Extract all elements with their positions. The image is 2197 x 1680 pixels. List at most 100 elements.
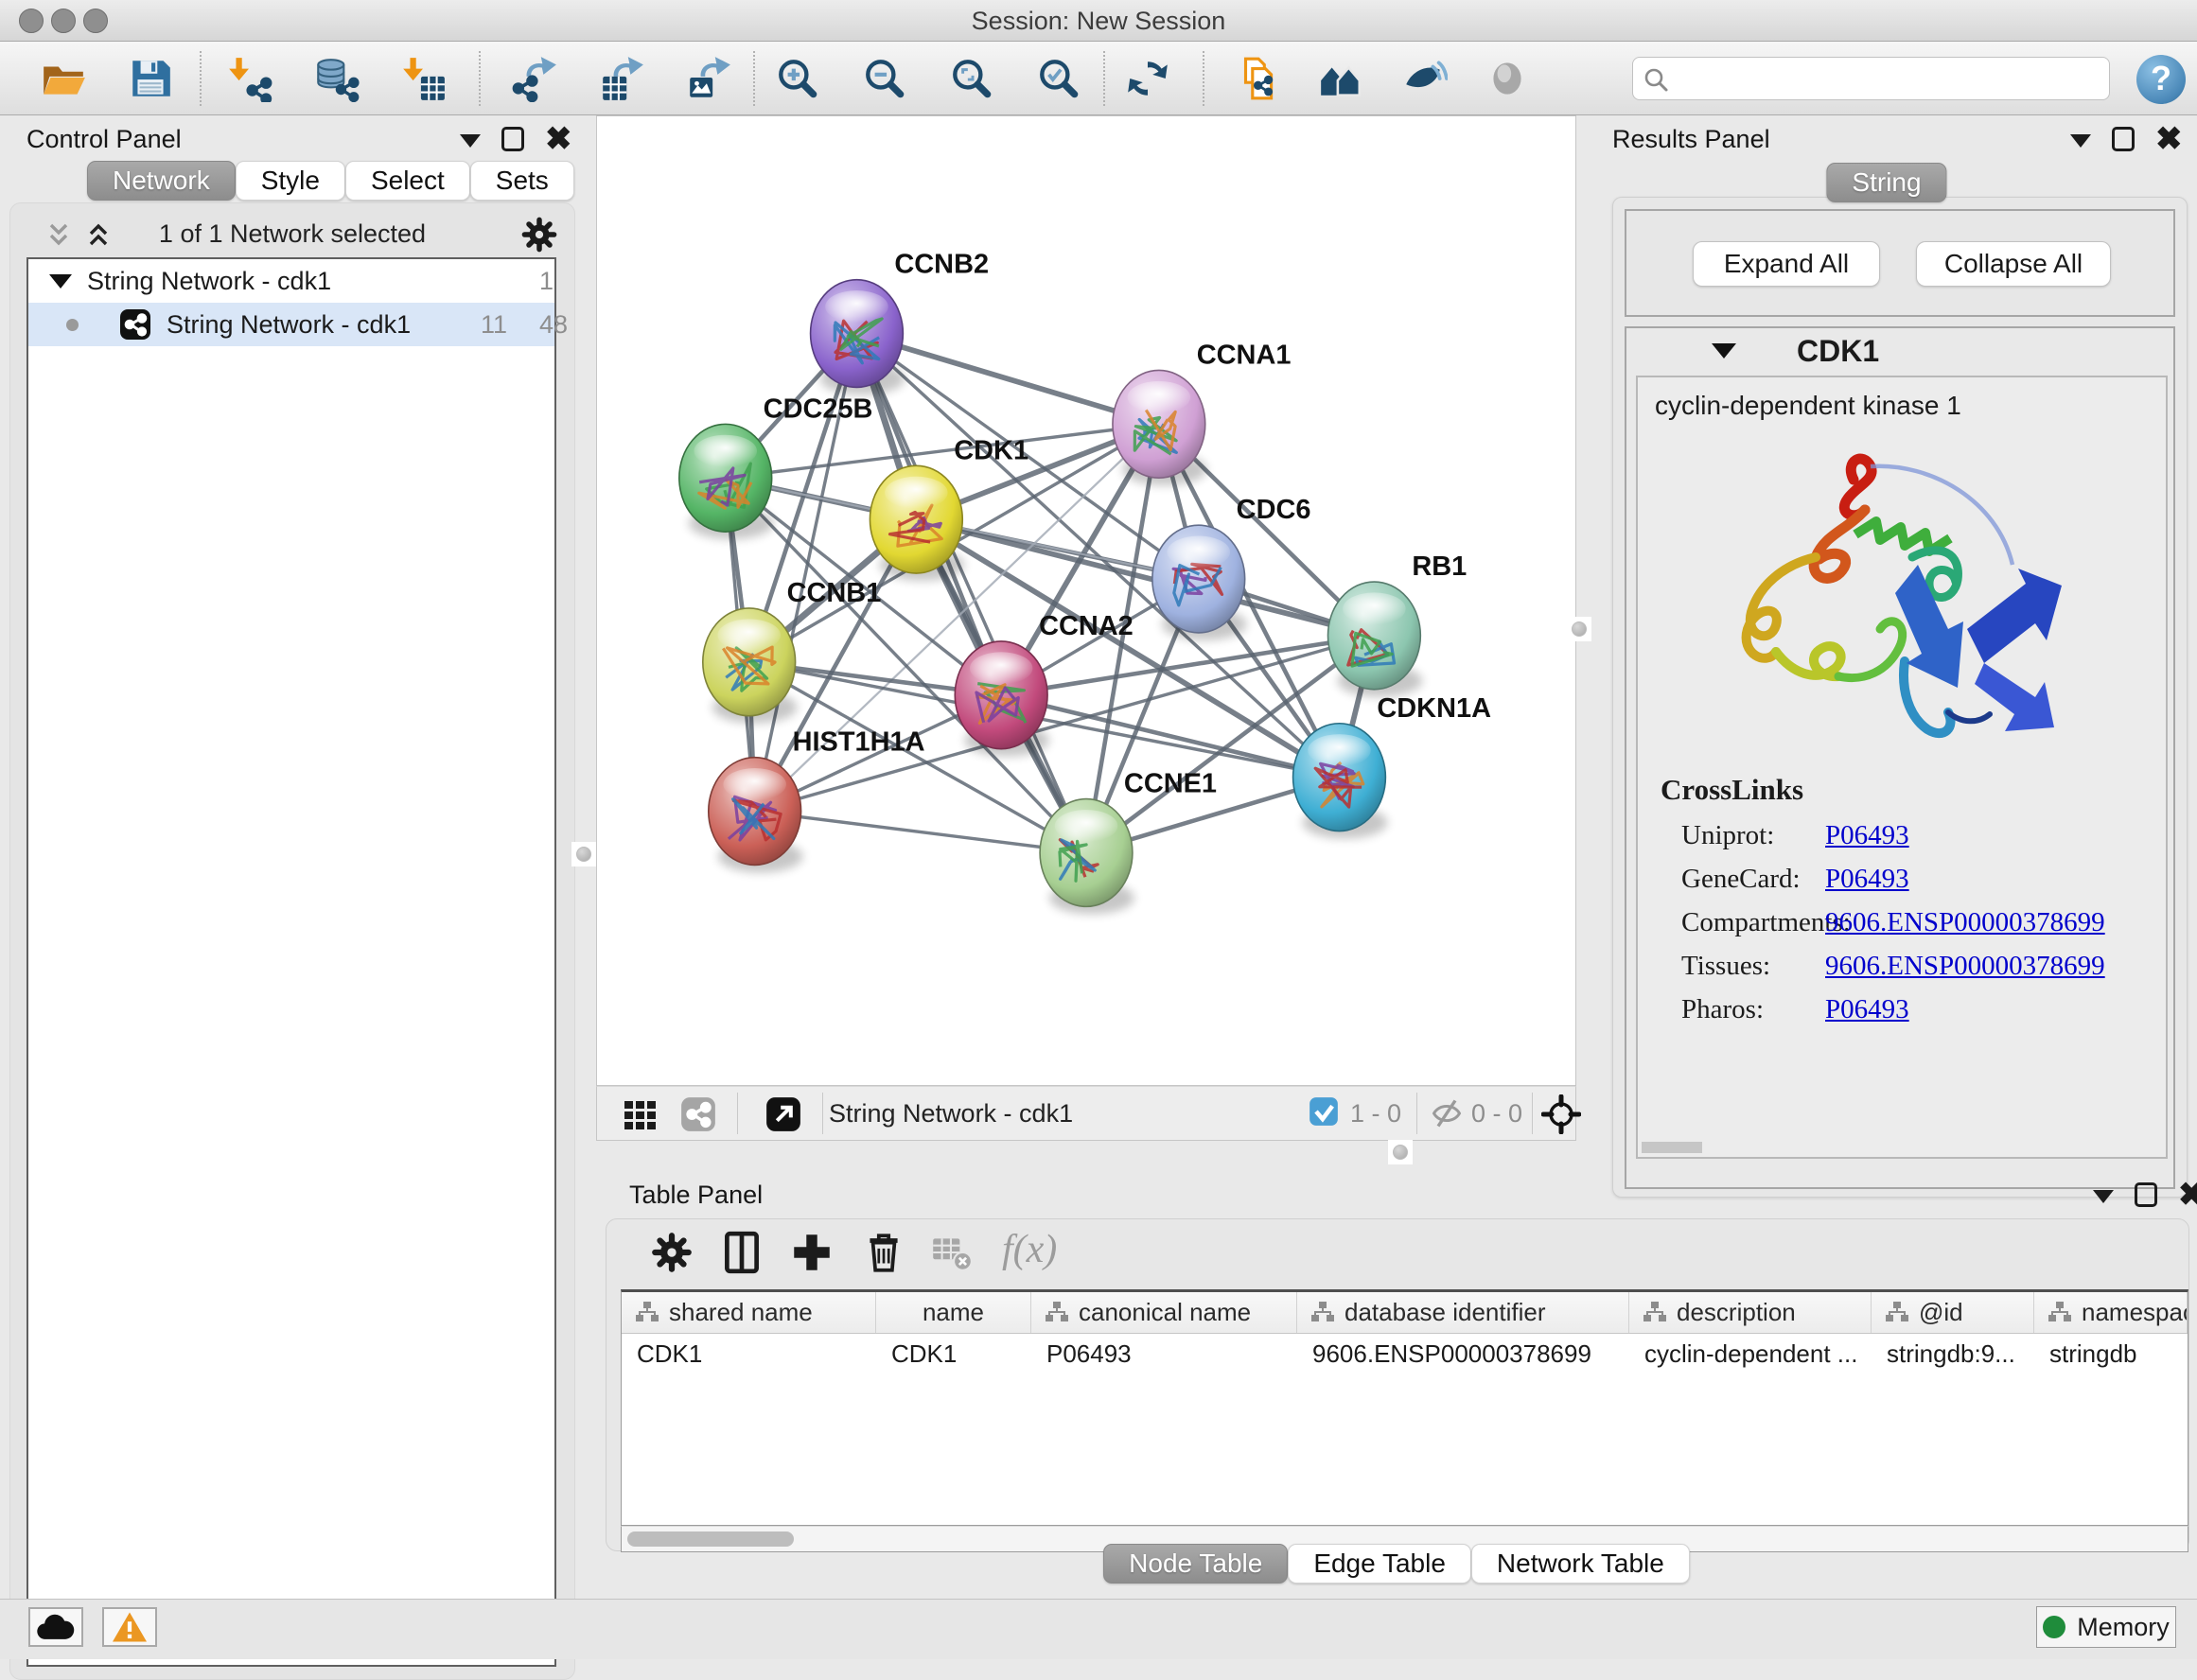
network-collection-row[interactable]: String Network - cdk1 1 [28,259,554,303]
column-header--id[interactable]: @id [1872,1292,2034,1333]
network-node-HIST1H1A[interactable]: HIST1H1A [709,727,925,866]
left-splitter-grip[interactable] [571,842,596,866]
network-selection-summary: 1 of 1 Network selected [9,219,575,249]
network-node-CCNE1[interactable]: CCNE1 [1040,769,1217,907]
crosslink-link[interactable]: 9606.ENSP00000378699 [1825,907,2105,938]
node-table: shared namename canonical name database … [621,1289,2188,1526]
save-session-icon[interactable] [127,55,174,102]
network-node-CCNA1[interactable]: CCNA1 [1113,340,1292,478]
network-canvas[interactable]: CCNB2CCNA1CDC25BCDK1CDC6RB1CCNB1CCNA2CDK… [596,115,1576,1086]
table-cell[interactable]: P06493 [1031,1334,1297,1374]
crosslink-link[interactable]: P06493 [1825,864,1909,895]
tab-edge-table[interactable]: Edge Table [1288,1544,1471,1584]
toolbar-separator [479,51,481,106]
results-panel-title: Results Panel [1612,125,1770,154]
tab-network[interactable]: Network [87,161,236,201]
network-edge[interactable] [916,519,1374,636]
collapse-all-button[interactable]: Collapse All [1916,241,2111,287]
current-network-bullet [66,319,79,331]
float-table-icon[interactable] [2093,1190,2114,1203]
network-row-selected[interactable]: String Network - cdk1 11 48 [28,303,554,346]
gene-collapse-caret[interactable] [1712,343,1736,359]
graphics-details-icon[interactable] [1400,55,1448,102]
network-node-RB1[interactable]: RB1 [1328,551,1468,690]
close-panel-icon[interactable]: ✖ [545,127,572,151]
node-label-CDKN1A: CDKN1A [1377,693,1491,724]
open-file-icon[interactable] [40,55,87,102]
float-results-icon[interactable] [2070,134,2091,148]
add-column-icon[interactable] [788,1229,835,1276]
network-edge[interactable] [755,812,1086,853]
view-grid-icon[interactable] [622,1096,659,1139]
table-row[interactable]: CDK1CDK1P064939606.ENSP00000378699cyclin… [622,1334,2188,1374]
apply-layout-icon[interactable] [1124,55,1171,102]
export-network-icon[interactable] [511,55,558,102]
column-header-database-identifier[interactable]: database identifier [1297,1292,1629,1333]
column-header-description[interactable]: description [1629,1292,1872,1333]
search-input[interactable] [1679,61,2095,96]
export-table-icon[interactable] [598,55,645,102]
crosslink-link[interactable]: 9606.ENSP00000378699 [1825,951,2105,982]
float-panel-icon[interactable] [460,134,481,148]
import-network-database-icon[interactable] [312,55,360,102]
column-header-name[interactable]: name [876,1292,1031,1333]
network-node-CDKN1A[interactable]: CDKN1A [1293,693,1492,831]
tab-select[interactable]: Select [345,161,470,201]
expand-all-button[interactable]: Expand All [1693,241,1880,287]
maximize-table-icon[interactable] [2135,1182,2157,1207]
crosslink-link[interactable]: P06493 [1825,994,1909,1025]
network-options-gear-icon[interactable] [518,214,560,260]
close-results-icon[interactable]: ✖ [2155,127,2183,151]
crosslink-link[interactable]: P06493 [1825,820,1909,851]
column-header-shared-name[interactable]: shared name [622,1292,876,1333]
tab-node-table[interactable]: Node Table [1103,1544,1288,1584]
right-splitter-grip[interactable] [1567,617,1591,641]
memory-button[interactable]: Memory [2036,1606,2176,1648]
column-header-label: @id [1919,1298,1963,1327]
zoom-out-icon[interactable] [861,55,908,102]
network-edge[interactable] [856,334,1086,853]
column-header-namespace[interactable]: namespace [2034,1292,2188,1333]
warning-status-button[interactable] [102,1607,157,1647]
tab-style[interactable]: Style [236,161,345,201]
cloud-status-button[interactable] [28,1607,83,1647]
table-cell[interactable]: 9606.ENSP00000378699 [1297,1334,1629,1374]
show-columns-icon[interactable] [718,1229,765,1276]
table-cell[interactable]: CDK1 [622,1334,876,1374]
maximize-panel-icon[interactable] [501,127,524,151]
table-cell[interactable]: cyclin-dependent ... [1629,1334,1872,1374]
clone-network-icon[interactable] [1234,55,1281,102]
open-in-new-window-icon[interactable] [765,1096,801,1137]
selected-checkbox-icon[interactable] [1309,1096,1339,1131]
birdseye-view-icon[interactable] [1484,55,1531,102]
table-cell[interactable]: CDK1 [876,1334,1031,1374]
birdseye-crosshair-icon[interactable] [1541,1094,1581,1139]
table-cell[interactable]: stringdb:9... [1872,1334,2034,1374]
hidden-eye-icon[interactable] [1430,1096,1464,1135]
import-network-icon[interactable] [225,55,272,102]
view-share-icon[interactable] [680,1096,716,1137]
table-cell[interactable]: stringdb [2034,1334,2188,1374]
network-node-CCNB1[interactable]: CCNB1 [703,578,882,716]
tab-sets[interactable]: Sets [470,161,574,201]
collection-expand-caret[interactable] [49,274,72,289]
import-table-icon[interactable] [399,55,447,102]
export-image-icon[interactable] [685,55,732,102]
table-header-row: shared namename canonical name database … [622,1292,2188,1334]
maximize-results-icon[interactable] [2112,127,2135,151]
horizontal-splitter-grip[interactable] [1388,1140,1413,1164]
zoom-in-icon[interactable] [774,55,821,102]
help-button[interactable]: ? [2136,55,2186,104]
delete-column-icon[interactable] [860,1229,907,1276]
table-settings-icon[interactable] [648,1229,695,1276]
zoom-selected-icon[interactable] [1035,55,1082,102]
tab-network-table[interactable]: Network Table [1471,1544,1690,1584]
close-table-icon[interactable]: ✖ [2178,1182,2197,1207]
toolbar-separator [200,51,202,106]
zoom-fit-icon[interactable] [948,55,995,102]
tab-string[interactable]: String [1826,163,1946,202]
column-header-canonical-name[interactable]: canonical name [1031,1292,1297,1333]
gene-section-header[interactable]: CDK1 [1626,328,2173,374]
first-neighbors-icon[interactable] [1317,55,1364,102]
crosslinks-scrollbar[interactable] [1642,1142,1702,1153]
